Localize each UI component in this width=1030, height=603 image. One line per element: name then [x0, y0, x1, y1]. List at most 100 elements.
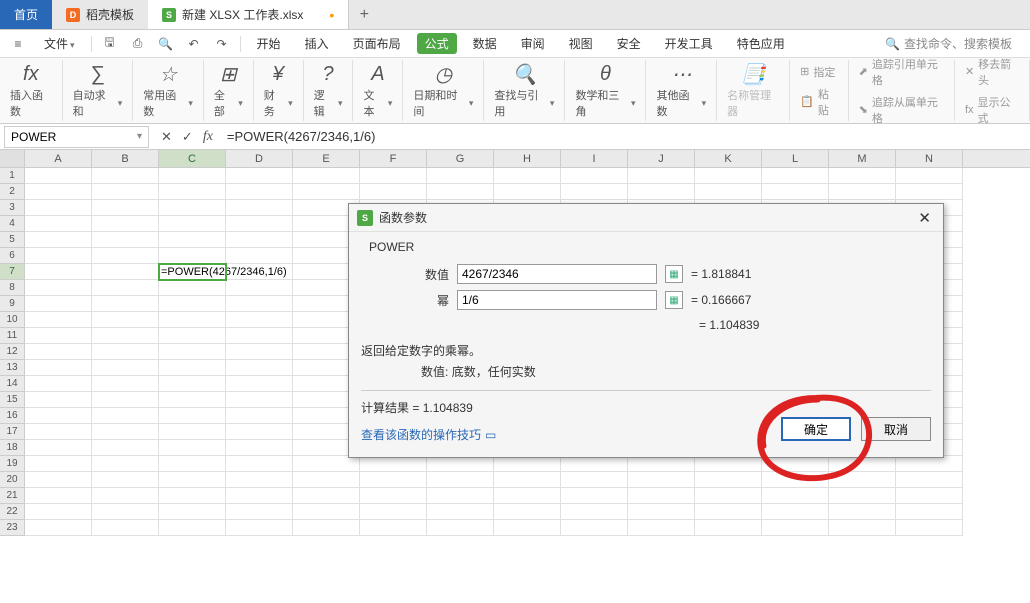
ok-button[interactable]: 确定 [781, 417, 851, 441]
col-header[interactable]: B [92, 150, 159, 167]
cell[interactable] [628, 520, 695, 536]
cell[interactable] [25, 168, 92, 184]
cell[interactable] [92, 184, 159, 200]
cell[interactable] [25, 504, 92, 520]
cell[interactable] [293, 168, 360, 184]
all-fn-button[interactable]: ⊞全部 [204, 60, 254, 121]
col-header[interactable]: K [695, 150, 762, 167]
cell[interactable] [159, 216, 226, 232]
cell[interactable] [159, 392, 226, 408]
cell[interactable] [92, 440, 159, 456]
cell[interactable] [896, 168, 963, 184]
name-manager-button[interactable]: 📑名称管理器 [717, 60, 790, 121]
range-selector-icon[interactable]: ▦ [665, 291, 683, 309]
cell[interactable] [159, 360, 226, 376]
cancel-button[interactable]: 取消 [861, 417, 931, 441]
cell[interactable] [159, 472, 226, 488]
row-header[interactable]: 22 [0, 504, 25, 520]
finance-fn-button[interactable]: ¥财务 [254, 60, 304, 121]
cell[interactable] [25, 280, 92, 296]
cell[interactable] [226, 328, 293, 344]
cell[interactable] [25, 456, 92, 472]
preview-icon[interactable]: 🔍 [156, 35, 176, 53]
cell[interactable] [159, 248, 226, 264]
cell[interactable] [25, 200, 92, 216]
cell[interactable] [695, 488, 762, 504]
tab-file[interactable]: S 新建 XLSX 工作表.xlsx • [148, 0, 349, 29]
cell[interactable] [561, 488, 628, 504]
cell[interactable] [226, 232, 293, 248]
cell[interactable] [628, 472, 695, 488]
cell[interactable] [293, 184, 360, 200]
cell[interactable] [226, 520, 293, 536]
col-header[interactable]: G [427, 150, 494, 167]
row-header[interactable]: 5 [0, 232, 25, 248]
col-header[interactable]: E [293, 150, 360, 167]
logic-fn-button[interactable]: ?逻辑 [304, 60, 354, 121]
help-link[interactable]: 查看该函数的操作技巧 ▭ [361, 426, 496, 443]
cell[interactable] [427, 488, 494, 504]
tab-add-button[interactable]: + [349, 0, 379, 29]
save-icon[interactable]: 🖫 [100, 35, 120, 53]
cell[interactable] [494, 488, 561, 504]
cell[interactable]: =POWER(4267/2346,1/6) [159, 264, 226, 280]
cell[interactable] [628, 184, 695, 200]
cell[interactable] [695, 168, 762, 184]
cell[interactable] [561, 472, 628, 488]
cell[interactable] [896, 184, 963, 200]
lookup-fn-button[interactable]: 🔍查找与引用 [484, 60, 565, 121]
cell[interactable] [226, 360, 293, 376]
cell[interactable] [92, 392, 159, 408]
cell[interactable] [92, 328, 159, 344]
cell[interactable] [494, 456, 561, 472]
cell[interactable] [159, 168, 226, 184]
cell[interactable] [427, 184, 494, 200]
cell[interactable] [92, 488, 159, 504]
cell[interactable] [628, 504, 695, 520]
menu-special[interactable]: 特色应用 [729, 33, 793, 54]
tab-home[interactable]: 首页 [0, 0, 52, 29]
cell[interactable] [159, 488, 226, 504]
cell[interactable] [92, 296, 159, 312]
cell[interactable] [494, 504, 561, 520]
cell[interactable] [695, 456, 762, 472]
col-header[interactable]: D [226, 150, 293, 167]
row-header[interactable]: 20 [0, 472, 25, 488]
cell[interactable] [896, 520, 963, 536]
cell[interactable] [829, 504, 896, 520]
remove-arrows-button[interactable]: ✕移去箭头 [965, 56, 1019, 88]
row-header[interactable]: 23 [0, 520, 25, 536]
cell[interactable] [829, 520, 896, 536]
cell[interactable] [628, 168, 695, 184]
row-header[interactable]: 21 [0, 488, 25, 504]
row-header[interactable]: 13 [0, 360, 25, 376]
cell[interactable] [25, 264, 92, 280]
text-fn-button[interactable]: A文本 [353, 60, 403, 121]
show-formulas-button[interactable]: fx显示公式 [965, 94, 1019, 126]
cell[interactable] [159, 328, 226, 344]
cell[interactable] [159, 344, 226, 360]
cell[interactable] [829, 488, 896, 504]
cell[interactable] [159, 184, 226, 200]
name-box[interactable]: POWER ▾ [4, 126, 149, 148]
cell[interactable] [25, 440, 92, 456]
cell[interactable] [494, 472, 561, 488]
cell[interactable] [25, 344, 92, 360]
row-header[interactable]: 2 [0, 184, 25, 200]
col-header[interactable]: J [628, 150, 695, 167]
col-header[interactable]: M [829, 150, 896, 167]
chevron-down-icon[interactable]: ▾ [137, 131, 142, 142]
common-fn-button[interactable]: ☆常用函数 [133, 60, 204, 121]
cell[interactable] [159, 312, 226, 328]
cell[interactable] [92, 216, 159, 232]
cell[interactable] [293, 488, 360, 504]
dialog-close-button[interactable]: ✕ [914, 209, 935, 227]
cell[interactable] [360, 456, 427, 472]
cell[interactable] [360, 184, 427, 200]
cell[interactable] [360, 520, 427, 536]
cell[interactable] [829, 472, 896, 488]
cell[interactable] [159, 376, 226, 392]
col-header[interactable]: A [25, 150, 92, 167]
cell[interactable] [92, 232, 159, 248]
col-header[interactable]: L [762, 150, 829, 167]
